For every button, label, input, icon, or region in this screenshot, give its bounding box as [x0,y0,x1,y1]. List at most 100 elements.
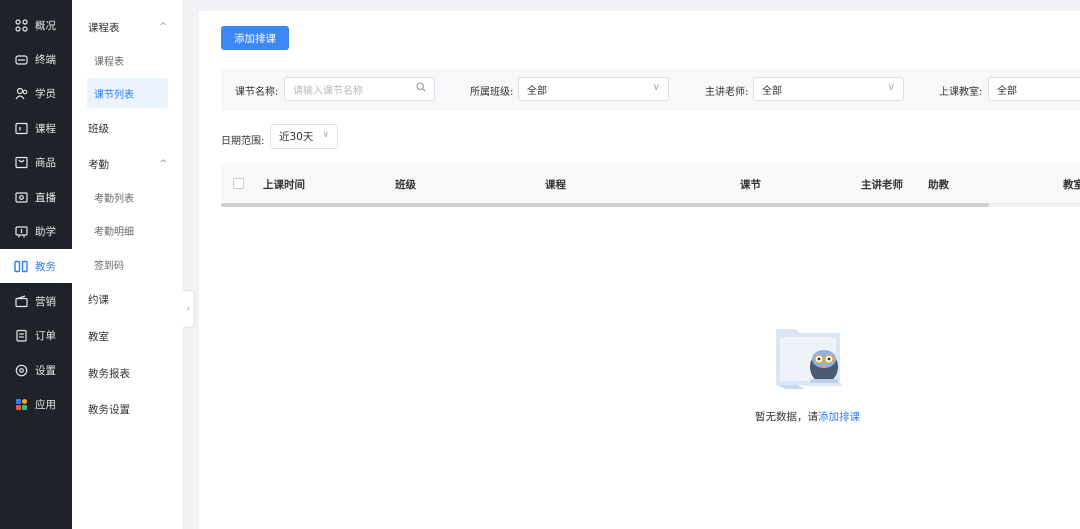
column-header-classroom: 教室 [1063,179,1080,191]
students-icon [14,86,28,100]
rail-item-goods[interactable]: 商品 [0,145,72,179]
submenu-item-lesson-list[interactable]: 课节列表 [87,78,168,108]
lesson-name-placeholder: 请输入课节名称 [293,85,363,97]
classroom-select[interactable]: 全部 [988,77,1080,101]
submenu-group-schedule[interactable]: 课程表 ^ [72,12,183,42]
submenu-item-booking[interactable]: 约课 [72,284,183,314]
rail-item-label: 营销 [35,295,56,308]
column-header-class: 班级 [395,179,416,191]
rail-item-terminal[interactable]: 终端 [0,42,72,76]
overview-icon [14,18,28,32]
rail-item-assist[interactable]: 助学 [0,214,72,248]
submenu-label: 教室 [88,330,109,343]
rail-item-label: 课程 [35,122,56,135]
rail-item-label: 终端 [35,53,56,66]
add-schedule-button[interactable]: 添加排课 [221,26,289,50]
submenu-item-checkin-code[interactable]: 签到码 [72,249,183,279]
class-label: 所属班级: [470,87,514,98]
main-nav-rail: 概况 终端 学员 课程 商品 直播 助学 教务 营销 订单 设置 应用 [0,0,72,529]
table-header: 上课时间 班级 课程 课节 主讲老师 助教 教室 [221,163,1080,203]
rail-item-live[interactable]: 直播 [0,180,72,214]
rail-item-label: 概况 [35,19,56,32]
rail-item-apps[interactable]: 应用 [0,387,72,421]
column-header-course: 课程 [545,179,566,191]
submenu-label: 签到码 [94,260,124,272]
rail-item-label: 教务 [35,260,56,273]
submenu-item-attendance-detail[interactable]: 考勤明细 [72,215,183,245]
class-select-value: 全部 [527,85,547,97]
column-header-assistant: 助教 [928,179,949,191]
lesson-name-input[interactable]: 请输入课节名称 [284,77,435,101]
academic-icon [14,259,28,273]
academic-submenu: 课程表 ^ 课程表 课节列表 班级 考勤 ^ 考勤列表 考勤明细 签到码 约课 … [72,0,184,529]
scrollbar-thumb[interactable] [221,203,989,207]
submenu-label: 教务报表 [88,367,130,380]
empty-state-message: 暂无数据，请添加排课 [755,409,860,424]
select-all-checkbox[interactable] [233,178,244,189]
chevron-down-icon: ∨ [652,82,660,93]
classroom-select-value: 全部 [997,85,1017,97]
chevron-down-icon: ∨ [887,82,895,93]
date-range-select[interactable]: 近30天 ∨ [270,124,338,149]
submenu-item-classroom[interactable]: 教室 [72,321,183,351]
rail-item-students[interactable]: 学员 [0,76,72,110]
column-header-teacher: 主讲老师 [861,179,903,191]
rail-item-label: 订单 [35,329,56,342]
column-header-lesson: 课节 [740,179,761,191]
marketing-icon [14,294,28,308]
rail-item-label: 设置 [35,364,56,377]
submenu-label: 课程表 [94,56,124,68]
submenu-label: 考勤列表 [94,193,134,205]
class-select[interactable]: 全部 ∨ [518,77,669,101]
live-icon [14,190,28,204]
filter-bar: 课节名称: 请输入课节名称 所属班级: 全部 ∨ 主讲老师: 全部 ∨ 上课教室… [221,69,1080,111]
submenu-item-schedule[interactable]: 课程表 [72,45,183,75]
teacher-select[interactable]: 全部 ∨ [753,77,904,101]
settings-icon [14,363,28,377]
course-icon [14,121,28,135]
order-icon [14,328,28,342]
rail-item-order[interactable]: 订单 [0,318,72,352]
goods-icon [14,155,28,169]
rail-item-course[interactable]: 课程 [0,111,72,145]
empty-state-text: 暂无数据，请 [755,411,818,423]
chevron-left-icon: ‹ [186,304,191,314]
rail-item-label: 助学 [35,225,56,238]
submenu-item-academic-report[interactable]: 教务报表 [72,358,183,388]
teacher-label: 主讲老师: [705,87,749,98]
rail-item-label: 商品 [35,156,56,169]
submenu-label: 考勤 [88,158,109,171]
date-range-label: 日期范围: [221,136,265,147]
submenu-item-class[interactable]: 班级 [72,113,183,143]
column-header-time: 上课时间 [263,179,305,191]
submenu-label: 约课 [88,293,109,306]
main-content: 添加排课 课节名称: 请输入课节名称 所属班级: 全部 ∨ 主讲老师: 全部 ∨… [199,11,1080,529]
table-horizontal-scrollbar[interactable] [221,203,1080,207]
chevron-up-icon: ^ [159,22,167,32]
submenu-item-attendance-list[interactable]: 考勤列表 [72,182,183,212]
lesson-name-label: 课节名称: [235,87,279,98]
rail-item-overview[interactable]: 概况 [0,8,72,42]
rail-item-marketing[interactable]: 营销 [0,284,72,318]
classroom-label: 上课教室: [939,87,983,98]
submenu-collapse-handle[interactable]: ‹ [183,290,195,328]
rail-item-settings[interactable]: 设置 [0,353,72,387]
rail-item-academic[interactable]: 教务 [0,249,72,283]
rail-item-label: 应用 [35,398,56,411]
submenu-label: 课节列表 [94,89,134,101]
chevron-down-icon: ∨ [322,130,329,140]
assist-icon [14,224,28,238]
rail-item-label: 直播 [35,191,56,204]
submenu-label: 课程表 [88,21,120,34]
submenu-label: 班级 [88,122,109,135]
search-icon [416,82,426,95]
submenu-group-attendance[interactable]: 考勤 ^ [72,149,183,179]
submenu-label: 考勤明细 [94,226,134,238]
submenu-item-academic-settings[interactable]: 教务设置 [72,394,183,424]
chevron-up-icon: ^ [159,159,167,169]
date-range-value: 近30天 [279,131,314,143]
terminal-icon [14,52,28,66]
teacher-select-value: 全部 [762,85,782,97]
empty-add-schedule-link[interactable]: 添加排课 [818,411,860,423]
apps-icon [14,397,28,411]
